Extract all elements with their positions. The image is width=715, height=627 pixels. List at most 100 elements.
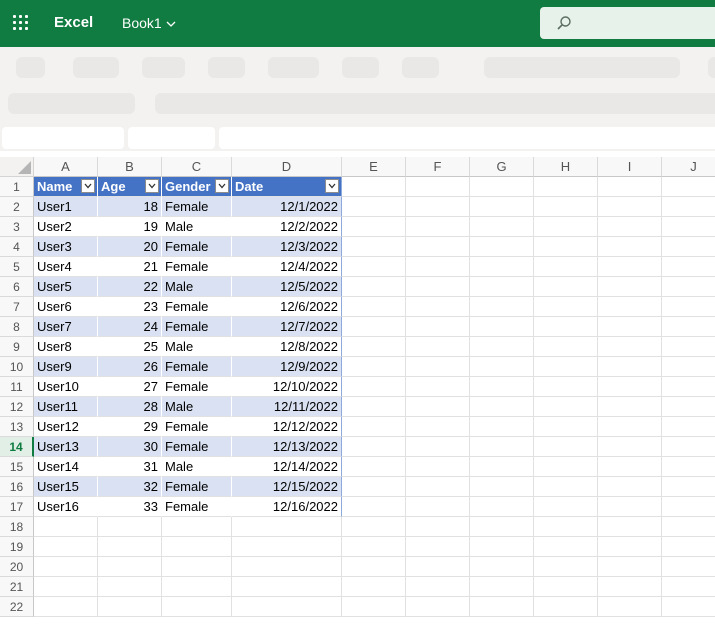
row-header-13[interactable]: 13 bbox=[0, 417, 34, 437]
column-header-f[interactable]: F bbox=[406, 157, 470, 177]
grid-cell[interactable] bbox=[534, 437, 598, 457]
grid-cell[interactable] bbox=[534, 337, 598, 357]
grid-cell[interactable] bbox=[534, 217, 598, 237]
grid-cell[interactable] bbox=[342, 337, 406, 357]
grid-cell[interactable] bbox=[598, 397, 662, 417]
table-cell[interactable]: User15 bbox=[34, 477, 98, 497]
grid-cell[interactable] bbox=[534, 257, 598, 277]
row-header-11[interactable]: 11 bbox=[0, 377, 34, 397]
row-header-1[interactable]: 1 bbox=[0, 177, 34, 197]
grid-cell[interactable] bbox=[470, 237, 534, 257]
grid-cell[interactable] bbox=[598, 357, 662, 377]
table-cell[interactable]: Male bbox=[162, 217, 232, 237]
grid-cell[interactable] bbox=[662, 477, 715, 497]
grid-cell[interactable] bbox=[34, 557, 98, 577]
select-all-corner[interactable] bbox=[0, 157, 34, 177]
table-cell[interactable]: 20 bbox=[98, 237, 162, 257]
grid-cell[interactable] bbox=[470, 177, 534, 197]
grid-cell[interactable] bbox=[406, 297, 470, 317]
grid-cell[interactable] bbox=[470, 397, 534, 417]
table-cell[interactable]: User4 bbox=[34, 257, 98, 277]
table-cell[interactable]: User14 bbox=[34, 457, 98, 477]
row-header-9[interactable]: 9 bbox=[0, 337, 34, 357]
grid-cell[interactable] bbox=[470, 577, 534, 597]
grid-cell[interactable] bbox=[342, 577, 406, 597]
grid-cell[interactable] bbox=[406, 477, 470, 497]
grid-cell[interactable] bbox=[470, 497, 534, 517]
column-header-j[interactable]: J bbox=[662, 157, 715, 177]
grid-cell[interactable] bbox=[662, 537, 715, 557]
worksheet-grid[interactable]: A B C D E F G H I J 1 Name Age Gender Date 2 User1 18 Fema… bbox=[0, 157, 715, 627]
table-cell[interactable]: User12 bbox=[34, 417, 98, 437]
grid-cell[interactable] bbox=[534, 517, 598, 537]
grid-cell[interactable] bbox=[534, 597, 598, 617]
grid-cell[interactable] bbox=[406, 237, 470, 257]
table-cell[interactable]: 19 bbox=[98, 217, 162, 237]
formula-button-area[interactable] bbox=[128, 127, 215, 149]
column-header-i[interactable]: I bbox=[598, 157, 662, 177]
grid-cell[interactable] bbox=[662, 397, 715, 417]
grid-cell[interactable] bbox=[342, 197, 406, 217]
formula-bar[interactable] bbox=[219, 127, 715, 149]
waffle-icon[interactable] bbox=[13, 15, 31, 33]
table-cell[interactable]: User7 bbox=[34, 317, 98, 337]
grid-cell[interactable] bbox=[534, 497, 598, 517]
grid-cell[interactable] bbox=[406, 217, 470, 237]
grid-cell[interactable] bbox=[534, 197, 598, 217]
grid-cell[interactable] bbox=[342, 177, 406, 197]
grid-cell[interactable] bbox=[406, 597, 470, 617]
table-cell[interactable]: Female bbox=[162, 477, 232, 497]
grid-cell[interactable] bbox=[534, 237, 598, 257]
grid-cell[interactable] bbox=[534, 537, 598, 557]
table-cell[interactable]: Male bbox=[162, 337, 232, 357]
grid-cell[interactable] bbox=[662, 217, 715, 237]
row-header-2[interactable]: 2 bbox=[0, 197, 34, 217]
table-cell[interactable]: 12/3/2022 bbox=[232, 237, 342, 257]
table-cell[interactable]: 12/9/2022 bbox=[232, 357, 342, 377]
grid-cell[interactable] bbox=[406, 497, 470, 517]
table-cell[interactable]: 22 bbox=[98, 277, 162, 297]
grid-cell[interactable] bbox=[470, 337, 534, 357]
grid-cell[interactable] bbox=[406, 517, 470, 537]
grid-cell[interactable] bbox=[598, 177, 662, 197]
grid-cell[interactable] bbox=[470, 537, 534, 557]
row-header-10[interactable]: 10 bbox=[0, 357, 34, 377]
grid-cell[interactable] bbox=[598, 217, 662, 237]
table-cell[interactable]: User16 bbox=[34, 497, 98, 517]
grid-cell[interactable] bbox=[470, 557, 534, 577]
table-cell[interactable]: 27 bbox=[98, 377, 162, 397]
table-cell[interactable]: User6 bbox=[34, 297, 98, 317]
grid-cell[interactable] bbox=[232, 537, 342, 557]
grid-cell[interactable] bbox=[342, 437, 406, 457]
grid-cell[interactable] bbox=[598, 457, 662, 477]
grid-cell[interactable] bbox=[162, 597, 232, 617]
grid-cell[interactable] bbox=[406, 577, 470, 597]
grid-cell[interactable] bbox=[406, 537, 470, 557]
grid-cell[interactable] bbox=[470, 217, 534, 237]
grid-cell[interactable] bbox=[534, 577, 598, 597]
grid-cell[interactable] bbox=[342, 397, 406, 417]
table-cell[interactable]: 21 bbox=[98, 257, 162, 277]
grid-cell[interactable] bbox=[534, 377, 598, 397]
grid-cell[interactable] bbox=[342, 237, 406, 257]
grid-cell[interactable] bbox=[470, 357, 534, 377]
grid-cell[interactable] bbox=[662, 497, 715, 517]
grid-cell[interactable] bbox=[662, 197, 715, 217]
table-cell[interactable]: 12/10/2022 bbox=[232, 377, 342, 397]
grid-cell[interactable] bbox=[406, 417, 470, 437]
search-box[interactable] bbox=[540, 7, 715, 39]
grid-cell[interactable] bbox=[406, 357, 470, 377]
grid-cell[interactable] bbox=[534, 277, 598, 297]
grid-cell[interactable] bbox=[98, 537, 162, 557]
grid-cell[interactable] bbox=[406, 457, 470, 477]
grid-cell[interactable] bbox=[162, 577, 232, 597]
grid-cell[interactable] bbox=[598, 577, 662, 597]
grid-cell[interactable] bbox=[406, 397, 470, 417]
grid-cell[interactable] bbox=[534, 177, 598, 197]
grid-cell[interactable] bbox=[662, 417, 715, 437]
table-cell[interactable]: 32 bbox=[98, 477, 162, 497]
table-cell[interactable]: 12/14/2022 bbox=[232, 457, 342, 477]
grid-cell[interactable] bbox=[598, 337, 662, 357]
table-cell[interactable]: 12/13/2022 bbox=[232, 437, 342, 457]
grid-cell[interactable] bbox=[406, 557, 470, 577]
